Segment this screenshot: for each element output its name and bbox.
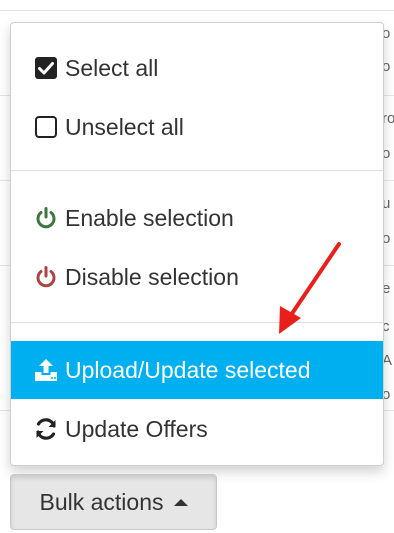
- menu-divider: [11, 322, 383, 323]
- menu-item-label: Select all: [65, 54, 159, 81]
- menu-item-disable-selection[interactable]: Disable selection: [11, 248, 383, 306]
- menu-item-label: Upload/Update selected: [65, 356, 311, 383]
- menu-item-select-all[interactable]: Select all: [11, 39, 383, 97]
- menu-item-unselect-all[interactable]: Unselect all: [11, 98, 383, 156]
- power-icon: [33, 205, 59, 231]
- menu-item-label: Update Offers: [65, 415, 208, 442]
- caret-up-icon: [173, 498, 188, 506]
- upload-icon: [33, 357, 59, 383]
- table-row-border: [0, 10, 394, 11]
- power-icon: [33, 264, 59, 290]
- menu-item-upload-update-selected[interactable]: Upload/Update selected: [11, 341, 383, 399]
- bulk-actions-label: Bulk actions: [39, 488, 164, 515]
- checkbox-checked-icon: [33, 55, 59, 81]
- refresh-icon: [33, 416, 59, 442]
- menu-item-enable-selection[interactable]: Enable selection: [11, 189, 383, 247]
- menu-item-update-offers[interactable]: Update Offers: [11, 400, 383, 458]
- menu-divider: [11, 170, 383, 171]
- bulk-actions-button[interactable]: Bulk actions: [10, 474, 217, 530]
- checkbox-empty-icon: [33, 114, 59, 140]
- bulk-actions-menu: Select all Unselect all Enable selection: [10, 22, 384, 466]
- menu-item-label: Enable selection: [65, 204, 234, 231]
- menu-item-label: Disable selection: [65, 263, 239, 290]
- menu-item-label: Unselect all: [65, 113, 184, 140]
